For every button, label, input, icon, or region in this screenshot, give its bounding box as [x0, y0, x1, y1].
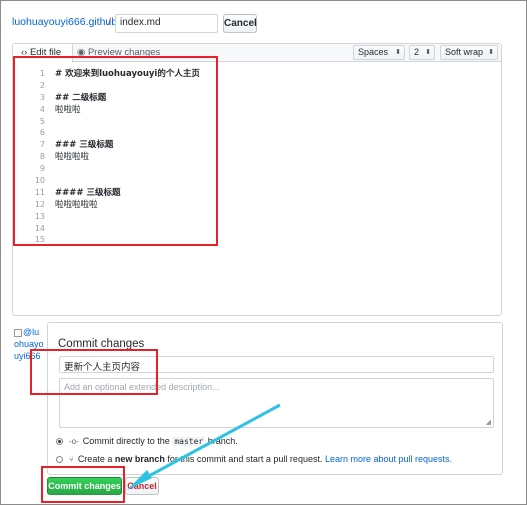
wrap-mode-select[interactable]: Soft wrap ⬍ [440, 45, 498, 60]
line-number: 12 [34, 199, 45, 209]
line-text: 啦啦啦啦啦 [55, 199, 98, 210]
line-text: #### 三级标题 [55, 187, 121, 198]
new-branch-bold: new branch [114, 454, 165, 464]
tab-preview-changes[interactable]: ◉ Preview changes [77, 44, 160, 62]
line-number: 5 [39, 116, 45, 126]
code-icon: ‹› [21, 47, 28, 58]
code-line: 4 啦啦啦 [27, 104, 227, 116]
line-number: 7 [39, 140, 45, 150]
broken-image-icon [14, 328, 22, 337]
commit-title: Commit changes [58, 338, 145, 350]
new-branch-middle: for this commit and start a pull request… [167, 454, 323, 464]
direct-prefix: Commit directly to the [82, 436, 170, 446]
code-line: 2 [27, 80, 227, 92]
line-number: 1 [39, 69, 45, 78]
indent-size-value: 2 [414, 47, 420, 57]
tab-preview-label: Preview changes [87, 47, 161, 58]
code-line: 3 ## 二级标题 [27, 92, 227, 104]
branch-name: master [172, 437, 206, 446]
select-caret-icon: ⬍ [425, 49, 431, 56]
line-text: 啦啦啦啦 [55, 152, 90, 163]
line-number: 2 [39, 80, 45, 90]
line-number: 9 [39, 164, 45, 174]
learn-more-link[interactable]: Learn more about pull requests. [325, 454, 452, 464]
indent-size-select[interactable]: 2 ⬍ [409, 45, 435, 60]
path-separator: / [108, 16, 111, 28]
option-new-branch[interactable]: ⑂ Create a new branch for this commit and… [56, 454, 452, 464]
commit-panel: Commit changes 更新个人主页内容 Add an optional … [47, 322, 503, 475]
editor-toolbar: ‹› Edit file ◉ Preview changes Spaces ⬍ … [13, 44, 501, 63]
line-text: # 欢迎来到luohuayouyi的个人主页 [55, 69, 200, 79]
indent-mode-value: Spaces [358, 47, 389, 57]
code-line: 15 [27, 234, 227, 246]
cancel-edit-button[interactable]: Cancel [223, 14, 257, 33]
code-line: 1 # 欢迎来到luohuayouyi的个人主页 [27, 68, 227, 80]
line-number: 10 [34, 176, 45, 186]
radio-new-branch[interactable] [56, 456, 63, 464]
line-text: ### 三级标题 [55, 140, 114, 151]
line-text: ## 二级标题 [55, 92, 107, 103]
commit-description-textarea[interactable]: Add an optional extended description... … [59, 378, 494, 428]
line-number: 8 [39, 152, 45, 162]
tab-edit-file[interactable]: ‹› Edit file [13, 44, 73, 63]
select-caret-icon: ⬍ [395, 49, 401, 56]
line-number: 6 [39, 128, 45, 138]
resize-grip-icon[interactable]: ◢ [486, 418, 491, 426]
code-line: 12 啦啦啦啦啦 [27, 199, 227, 211]
line-number: 3 [39, 92, 45, 102]
line-number: 11 [34, 187, 45, 197]
commit-icon: -o- [69, 437, 79, 446]
branch-icon: ⑂ [69, 455, 74, 464]
line-text: 啦啦啦 [55, 104, 81, 115]
tab-edit-label: Edit file [29, 47, 62, 58]
new-branch-prefix: Create a [77, 454, 113, 464]
select-caret-icon: ⬍ [488, 49, 494, 56]
line-number: 15 [34, 235, 45, 245]
wrap-mode-value: Soft wrap [445, 47, 484, 57]
direct-suffix: branch. [207, 436, 238, 446]
indent-mode-select[interactable]: Spaces ⬍ [353, 45, 405, 60]
code-line: 13 [27, 211, 227, 223]
line-number: 13 [34, 211, 45, 221]
code-line: 6 [27, 127, 227, 139]
filename-input[interactable]: index.md [115, 14, 218, 33]
code-line: 5 [27, 116, 227, 128]
commit-summary-input[interactable]: 更新个人主页内容 [59, 356, 494, 373]
option-commit-direct[interactable]: -o- Commit directly to the master branch. [56, 436, 238, 446]
line-number: 14 [34, 223, 45, 233]
code-line: 9 [27, 163, 227, 175]
code-line: 11 #### 三级标题 [27, 187, 227, 199]
cancel-commit-button[interactable]: Cancel [125, 477, 159, 495]
avatar: @luohuayouyi666 [14, 326, 44, 362]
line-number: 4 [39, 104, 45, 114]
eye-icon: ◉ [77, 47, 86, 58]
commit-changes-button[interactable]: Commit changes [47, 477, 122, 495]
code-line: 10 [27, 175, 227, 187]
code-line: 14 [27, 223, 227, 235]
description-placeholder: Add an optional extended description... [64, 382, 220, 392]
code-line: 7 ### 三级标题 [27, 139, 227, 151]
code-area[interactable]: 1 # 欢迎来到luohuayouyi的个人主页 2 3 ## 二级标题 4 啦啦啦 5 6 7 #… [27, 68, 227, 246]
radio-commit-direct[interactable] [56, 438, 63, 446]
file-editor: ‹› Edit file ◉ Preview changes Spaces ⬍ … [12, 43, 502, 316]
code-line: 8 啦啦啦啦 [27, 151, 227, 163]
